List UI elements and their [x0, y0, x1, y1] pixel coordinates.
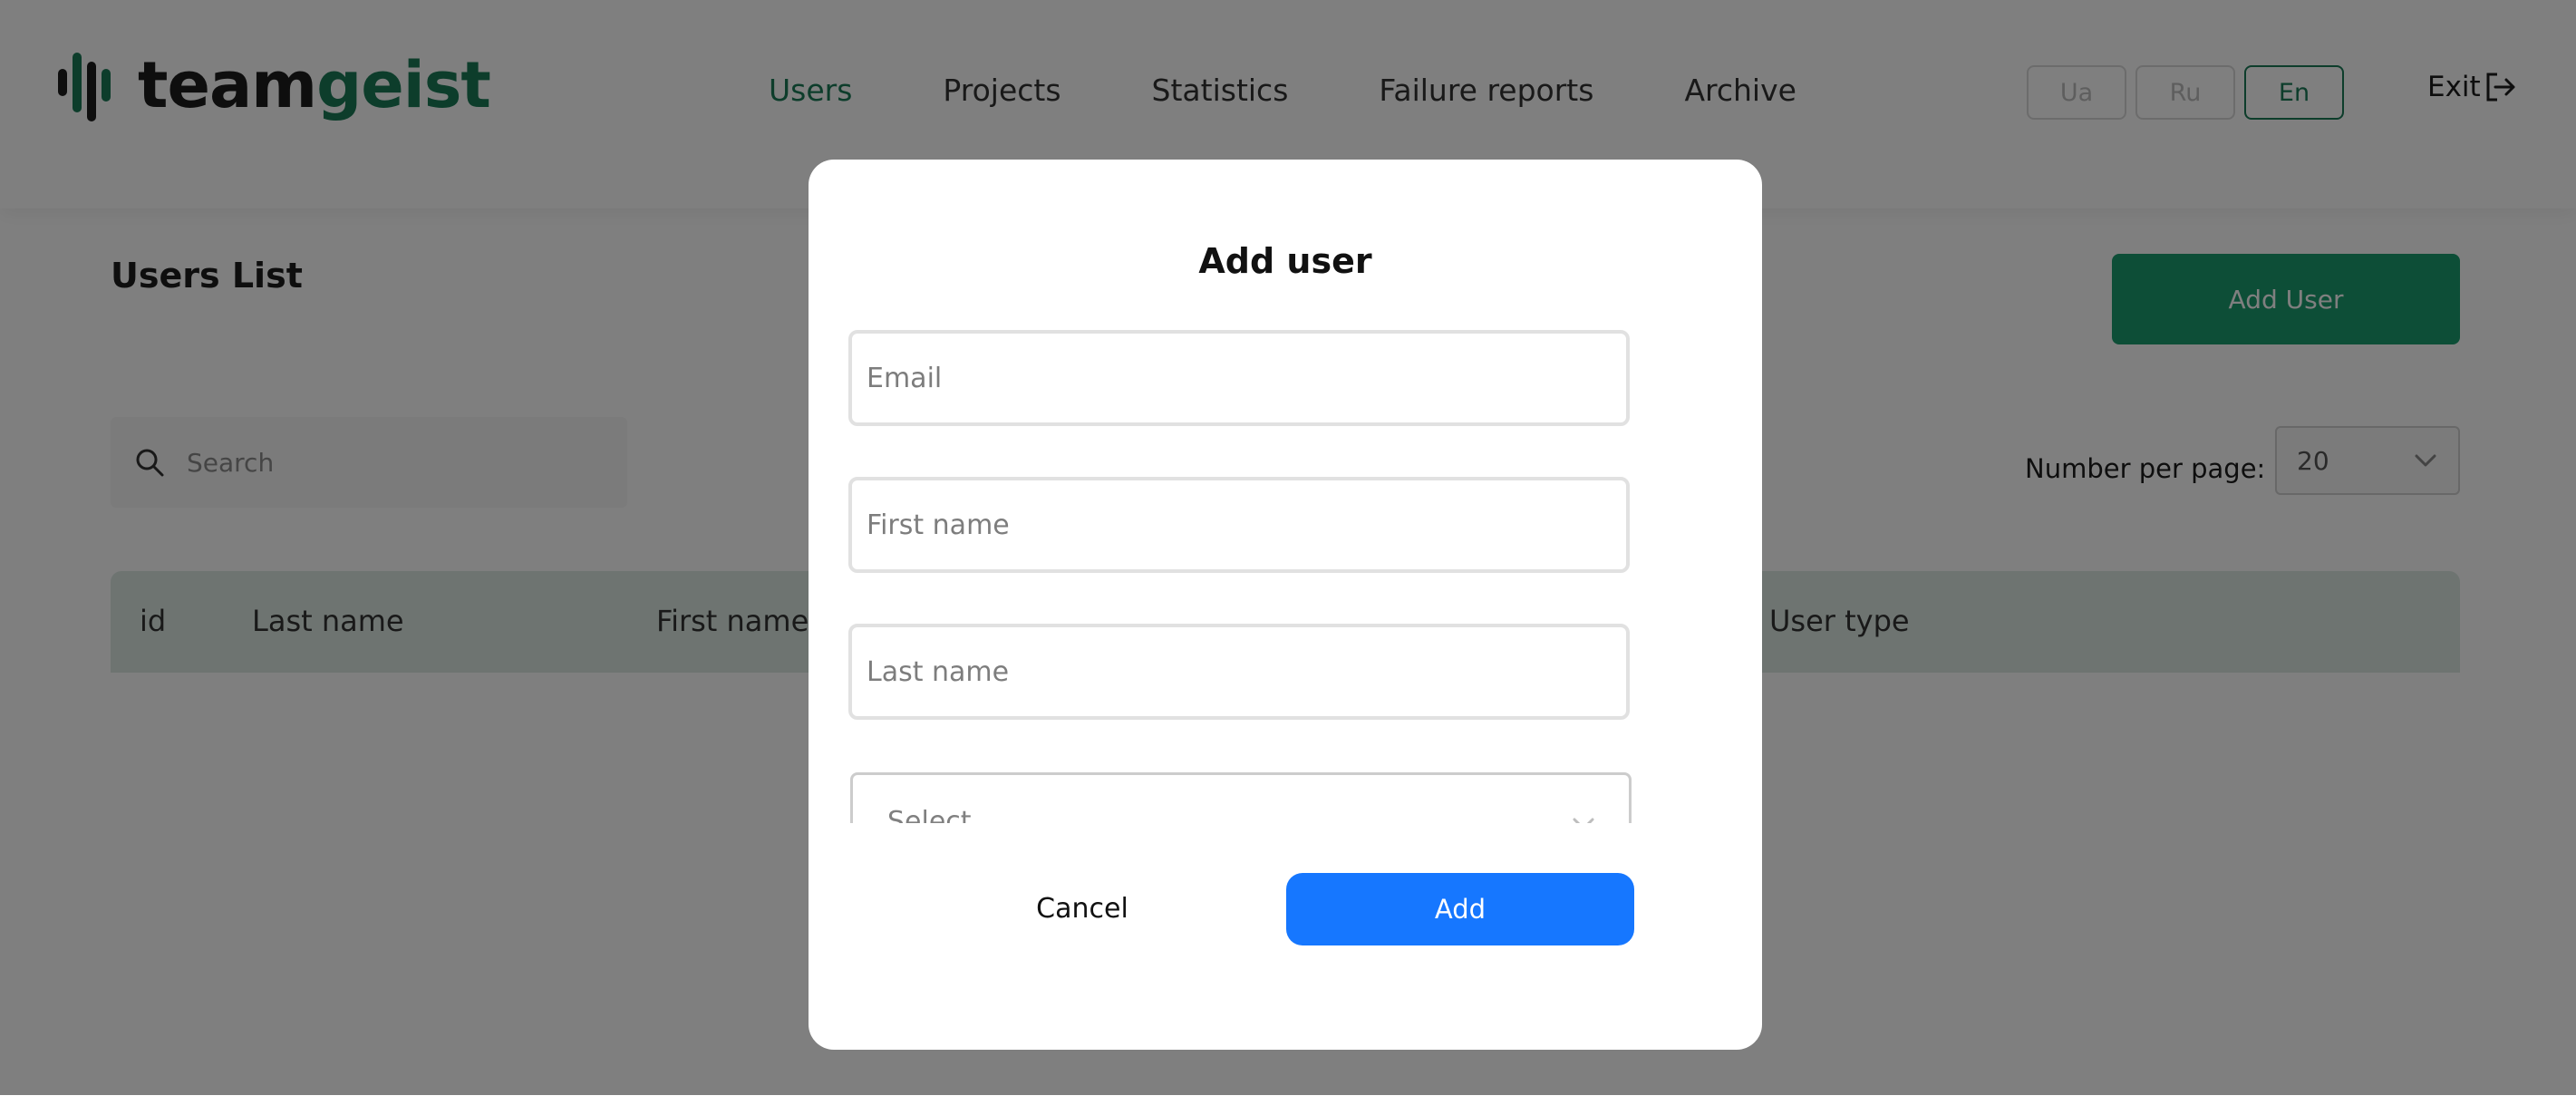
user-type-select[interactable]: Select...	[850, 772, 1632, 823]
add-button[interactable]: Add	[1286, 873, 1634, 945]
user-type-select-wrapper: Select...	[850, 772, 1632, 823]
email-field[interactable]	[848, 330, 1630, 426]
select-placeholder: Select...	[887, 806, 998, 823]
dialog-title: Add user	[1198, 241, 1372, 281]
first-name-field[interactable]	[848, 477, 1630, 573]
cancel-button[interactable]: Cancel	[946, 872, 1218, 945]
chevron-down-icon	[1573, 818, 1594, 823]
last-name-field[interactable]	[848, 624, 1630, 720]
add-user-dialog: Add user Select... Cancel Add	[809, 160, 1762, 1050]
